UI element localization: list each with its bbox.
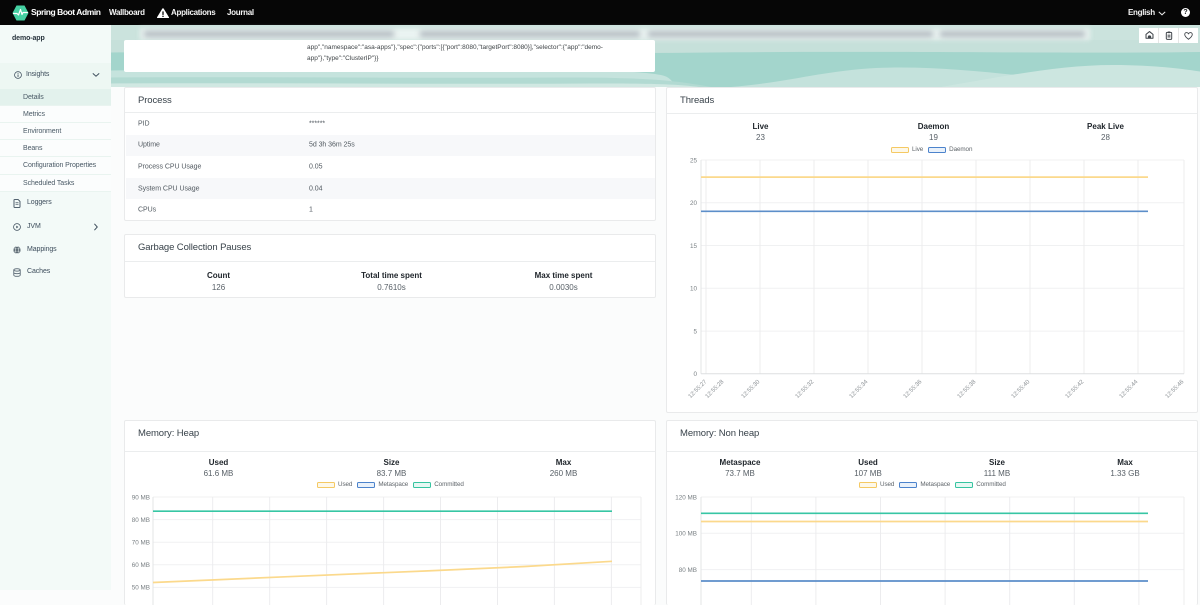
svg-text:10: 10 <box>690 286 698 293</box>
svg-text:80 MB: 80 MB <box>679 567 697 574</box>
svg-text:12:55:30: 12:55:30 <box>741 379 762 400</box>
svg-text:12:55:36: 12:55:36 <box>903 379 924 400</box>
svg-text:90 MB: 90 MB <box>132 494 150 501</box>
svg-text:12:55:38: 12:55:38 <box>957 379 978 400</box>
svg-text:0: 0 <box>693 371 697 378</box>
svg-text:80 MB: 80 MB <box>132 517 150 524</box>
svg-text:12:55:42: 12:55:42 <box>1065 379 1086 400</box>
svg-text:5: 5 <box>693 328 697 335</box>
svg-text:100 MB: 100 MB <box>675 531 697 538</box>
svg-text:12:55:28: 12:55:28 <box>705 379 726 400</box>
svg-text:120 MB: 120 MB <box>675 494 697 501</box>
svg-text:60 MB: 60 MB <box>132 562 150 569</box>
svg-text:70 MB: 70 MB <box>132 540 150 547</box>
svg-text:12:55:46: 12:55:46 <box>1165 379 1186 400</box>
svg-text:20: 20 <box>690 200 698 207</box>
svg-text:15: 15 <box>690 243 698 250</box>
svg-text:12:55:34: 12:55:34 <box>849 379 870 400</box>
svg-text:50 MB: 50 MB <box>132 585 150 592</box>
svg-text:12:55:40: 12:55:40 <box>1011 379 1032 400</box>
svg-text:25: 25 <box>690 157 698 164</box>
svg-text:12:55:44: 12:55:44 <box>1119 379 1140 400</box>
svg-text:12:55:32: 12:55:32 <box>795 379 816 400</box>
